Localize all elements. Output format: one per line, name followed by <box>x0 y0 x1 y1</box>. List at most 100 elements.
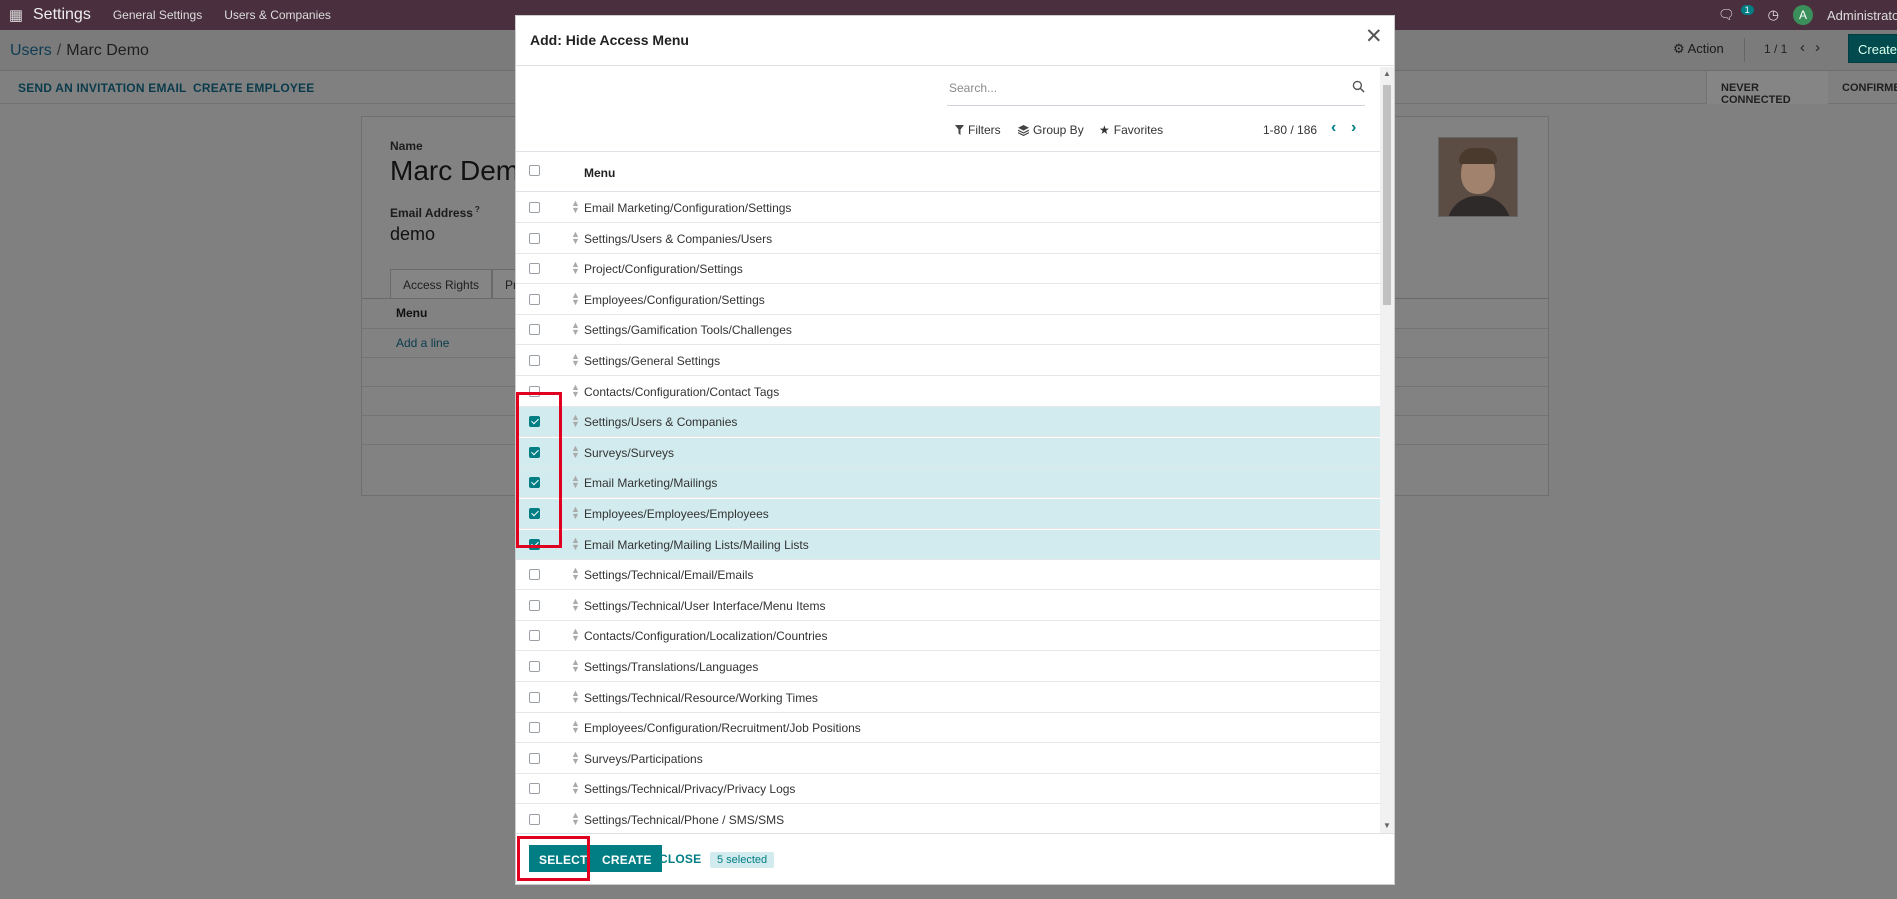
menu-column-header[interactable]: Menu <box>584 166 615 180</box>
group-by-button[interactable]: Group By <box>1018 123 1084 137</box>
row-checkbox[interactable] <box>529 814 540 825</box>
row-label: Surveys/Surveys <box>584 445 675 460</box>
drag-handle-icon[interactable]: ▲ ▼ <box>571 413 580 429</box>
drag-handle-icon[interactable]: ▲ ▼ <box>571 688 580 704</box>
list-row[interactable]: ▲ ▼ Surveys/Surveys <box>516 437 1380 468</box>
row-checkbox[interactable] <box>529 722 540 734</box>
menu-users-companies[interactable]: Users & Companies <box>224 8 331 22</box>
row-checkbox[interactable] <box>529 630 540 642</box>
row-checkbox[interactable] <box>529 599 540 611</box>
send-invitation-button[interactable]: SEND AN INVITATION EMAIL <box>18 81 187 95</box>
action-menu-button[interactable]: ⚙ Action <box>1673 41 1724 57</box>
drag-handle-icon[interactable]: ▲ ▼ <box>571 443 580 459</box>
drag-handle-icon[interactable]: ▲ ▼ <box>571 566 580 582</box>
drag-handle-icon[interactable]: ▲ ▼ <box>571 627 580 643</box>
drag-handle-icon[interactable]: ▲ ▼ <box>571 474 580 490</box>
list-row[interactable]: ▲ ▼ Settings/Technical/User Interface/Menu… <box>516 591 1380 621</box>
drag-handle-icon[interactable]: ▲ ▼ <box>571 535 580 551</box>
list-row[interactable]: ▲ ▼ Settings/Technical/Email/Emails <box>516 560 1380 591</box>
pager-arrows[interactable]: ‹› <box>1800 39 1830 56</box>
user-avatar-photo[interactable] <box>1438 137 1518 217</box>
favorites-button[interactable]: ★ Favorites <box>1099 123 1163 137</box>
row-checkbox[interactable] <box>529 752 540 764</box>
drag-handle-icon[interactable]: ▲ ▼ <box>571 749 580 765</box>
row-label: Settings/General Settings <box>584 354 721 368</box>
search-input[interactable] <box>949 81 1329 95</box>
row-checkbox[interactable] <box>529 691 540 703</box>
chevron-left-icon[interactable]: ‹ <box>1331 119 1336 137</box>
chat-icon[interactable]: 🗨 <box>1718 7 1735 23</box>
list-row[interactable]: ▲ ▼ Project/Configuration/Settings <box>516 254 1380 285</box>
row-checkbox[interactable] <box>529 232 540 244</box>
name-field[interactable]: Marc Demo <box>390 155 535 187</box>
chat-count-badge: 1 <box>1740 5 1754 15</box>
drag-handle-icon[interactable]: ▲ ▼ <box>571 658 580 674</box>
close-button[interactable]: CLOSE <box>650 845 710 872</box>
activity-clock-icon[interactable]: ◷ <box>1768 7 1779 23</box>
dialog-title: Add: Hide Access Menu <box>530 32 689 48</box>
apps-grid-icon[interactable]: ▦ <box>4 6 28 24</box>
scroll-up-arrow-icon[interactable]: ▲ <box>1383 69 1391 78</box>
row-checkbox[interactable] <box>529 324 540 336</box>
drag-handle-icon[interactable]: ▲ ▼ <box>571 596 580 612</box>
breadcrumb-users[interactable]: Users <box>10 42 52 59</box>
list-row[interactable]: ▲ ▼ Contacts/Configuration/Localization/Co… <box>516 621 1380 652</box>
filters-button[interactable]: Filters <box>955 123 1001 137</box>
list-row[interactable]: ▲ ▼ Settings/Users & Companies/Users <box>516 224 1380 254</box>
user-avatar[interactable]: A <box>1793 5 1813 25</box>
create-record-button[interactable]: Create <box>1848 34 1897 63</box>
menu-general-settings[interactable]: General Settings <box>113 8 202 22</box>
search-icon[interactable] <box>1352 80 1365 93</box>
drag-handle-icon[interactable]: ▲ ▼ <box>571 811 580 827</box>
list-row[interactable]: ▲ ▼ Employees/Configuration/Recruitment/Jo… <box>516 713 1380 744</box>
row-checkbox[interactable] <box>529 355 540 366</box>
list-pager-value[interactable]: 1-80 / 186 <box>1263 123 1317 137</box>
drag-handle-icon[interactable]: ▲ ▼ <box>571 199 580 215</box>
list-row[interactable]: ▲ ▼ Surveys/Participations <box>516 744 1380 774</box>
scrollbar-thumb[interactable] <box>1383 85 1391 305</box>
list-row[interactable]: ▲ ▼ Settings/Gamification Tools/Challenges <box>516 315 1380 346</box>
row-checkbox[interactable] <box>529 783 540 795</box>
email-field[interactable]: demo <box>390 224 435 245</box>
list-scrollbar[interactable]: ▲ ▼ <box>1380 67 1394 833</box>
drag-handle-icon[interactable]: ▲ ▼ <box>571 290 580 306</box>
status-never-connected[interactable]: NEVER CONNECTED <box>1706 71 1828 106</box>
user-name[interactable]: Administrator <box>1827 8 1897 23</box>
app-name[interactable]: Settings <box>33 6 91 24</box>
list-row[interactable]: ▲ ▼ Contacts/Configuration/Contact Tags <box>516 377 1380 407</box>
status-confirmed[interactable]: CONFIRMED <box>1828 71 1897 104</box>
drag-handle-icon[interactable]: ▲ ▼ <box>571 229 580 245</box>
list-row[interactable]: ▲ ▼ Email Marketing/Configuration/Settings <box>516 193 1380 223</box>
drag-handle-icon[interactable]: ▲ ▼ <box>571 260 580 276</box>
list-row[interactable]: ▲ ▼ Settings/Users & Companies <box>516 407 1380 438</box>
drag-handle-icon[interactable]: ▲ ▼ <box>571 719 580 735</box>
row-checkbox[interactable] <box>529 569 540 581</box>
tab-access-rights[interactable]: Access Rights <box>390 269 493 299</box>
list-row[interactable]: ▲ ▼ Settings/Technical/Resource/Working Ti… <box>516 683 1380 713</box>
row-checkbox[interactable] <box>529 293 540 305</box>
row-checkbox[interactable] <box>529 263 540 275</box>
list-row[interactable]: ▲ ▼ Settings/General Settings <box>516 346 1380 376</box>
list-row[interactable]: ▲ ▼ Email Marketing/Mailing Lists/Mailing … <box>516 529 1380 560</box>
drag-handle-icon[interactable]: ▲ ▼ <box>571 321 580 337</box>
list-row[interactable]: ▲ ▼ Employees/Employees/Employees <box>516 499 1380 529</box>
select-all-checkbox[interactable] <box>529 165 540 176</box>
create-employee-button[interactable]: CREATE EMPLOYEE <box>193 81 314 95</box>
row-checkbox[interactable] <box>529 661 540 672</box>
close-icon[interactable]: ✕ <box>1365 26 1383 47</box>
list-row[interactable]: ▲ ▼ Employees/Configuration/Settings <box>516 285 1380 315</box>
help-tooltip-icon[interactable]: ? <box>475 205 480 214</box>
scroll-down-arrow-icon[interactable]: ▼ <box>1383 821 1391 830</box>
add-line-link[interactable]: Add a line <box>396 336 449 350</box>
row-checkbox[interactable] <box>529 202 540 213</box>
drag-handle-icon[interactable]: ▲ ▼ <box>571 780 580 796</box>
drag-handle-icon[interactable]: ▲ ▼ <box>571 382 580 398</box>
list-row[interactable]: ▲ ▼ Settings/Technical/Phone / SMS/SMS <box>516 805 1380 833</box>
drag-handle-icon[interactable]: ▲ ▼ <box>571 505 580 521</box>
list-row[interactable]: ▲ ▼ Settings/Technical/Privacy/Privacy Log… <box>516 774 1380 805</box>
chevron-right-icon[interactable]: › <box>1351 119 1356 137</box>
drag-handle-icon[interactable]: ▲ ▼ <box>571 352 580 368</box>
list-row[interactable]: ▲ ▼ Email Marketing/Mailings <box>516 468 1380 499</box>
record-pager[interactable]: 1 / 1 <box>1764 42 1787 56</box>
list-row[interactable]: ▲ ▼ Settings/Translations/Languages <box>516 652 1380 682</box>
